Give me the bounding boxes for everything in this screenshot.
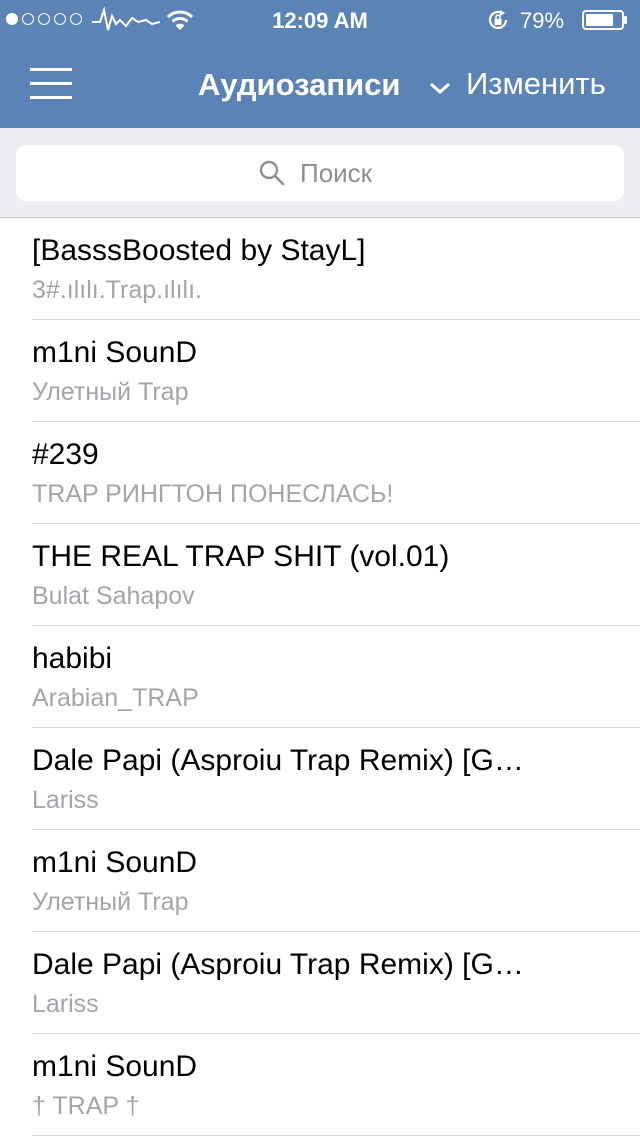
edit-button[interactable]: Изменить xyxy=(466,66,606,102)
track-title: m1ni SounD xyxy=(32,336,198,369)
track-title: Dale Papi (Asproiu Trap Remix) [G… xyxy=(32,948,524,981)
track-row[interactable]: [BasssBoosted by StayL] 3#.ılılı.Trap.ıl… xyxy=(0,218,640,320)
search-icon xyxy=(259,160,285,186)
search-input[interactable]: Поиск xyxy=(16,145,624,201)
track-artist: Улетный Trap xyxy=(32,378,189,406)
search-placeholder: Поиск xyxy=(300,158,373,188)
track-title: #239 xyxy=(32,438,99,471)
track-artist: TRAP РИНГТОН ПОНЕСЛАСЬ! xyxy=(32,480,394,508)
track-artist: Lariss xyxy=(32,990,99,1018)
chevron-down-icon[interactable] xyxy=(428,80,452,96)
track-row[interactable]: m1ni SounD † TRAP † xyxy=(0,1034,640,1136)
track-title: Dale Papi (Asproiu Trap Remix) [G… xyxy=(32,744,524,777)
track-title: habibi xyxy=(32,642,113,675)
hamburger-icon xyxy=(30,96,72,99)
navigation-bar: Аудиозаписи Изменить xyxy=(0,40,640,128)
status-bar: 12:09 AM 79% xyxy=(0,0,640,40)
track-artist: Улетный Trap xyxy=(32,888,189,916)
rotation-lock-icon xyxy=(488,10,508,29)
track-artist: Bulat Sahapov xyxy=(32,582,195,610)
track-row[interactable]: #239 TRAP РИНГТОН ПОНЕСЛАСЬ! xyxy=(0,422,640,524)
track-artist: Arabian_TRAP xyxy=(32,684,199,712)
battery-icon xyxy=(582,10,627,30)
menu-button[interactable] xyxy=(30,68,74,100)
hamburger-icon xyxy=(30,68,72,71)
track-artist: 3#.ılılı.Trap.ılılı. xyxy=(32,276,202,304)
audio-list: [BasssBoosted by StayL] 3#.ılılı.Trap.ıl… xyxy=(0,218,640,1136)
track-title: m1ni SounD xyxy=(32,846,198,879)
track-title: THE REAL TRAP SHIT (vol.01) xyxy=(32,540,450,573)
header: 12:09 AM 79% Аудиозаписи Изменить xyxy=(0,0,640,128)
track-row[interactable]: habibi Arabian_TRAP xyxy=(0,626,640,728)
battery-percent: 79% xyxy=(520,8,565,33)
track-artist: Lariss xyxy=(32,786,99,814)
search-bar: Поиск xyxy=(0,128,640,218)
page-title[interactable]: Аудиозаписи xyxy=(198,67,400,103)
track-row[interactable]: m1ni SounD Улетный Trap xyxy=(0,320,640,422)
track-artist: † TRAP † xyxy=(32,1092,140,1120)
track-title: m1ni SounD xyxy=(32,1050,198,1083)
hamburger-icon xyxy=(30,82,72,85)
track-row[interactable]: m1ni SounD Улетный Trap xyxy=(0,830,640,932)
track-row[interactable]: THE REAL TRAP SHIT (vol.01) Bulat Sahapo… xyxy=(0,524,640,626)
track-title: [BasssBoosted by StayL] xyxy=(32,234,366,267)
track-row[interactable]: Dale Papi (Asproiu Trap Remix) [G… Laris… xyxy=(0,728,640,830)
track-row[interactable]: Dale Papi (Asproiu Trap Remix) [G… Laris… xyxy=(0,932,640,1034)
